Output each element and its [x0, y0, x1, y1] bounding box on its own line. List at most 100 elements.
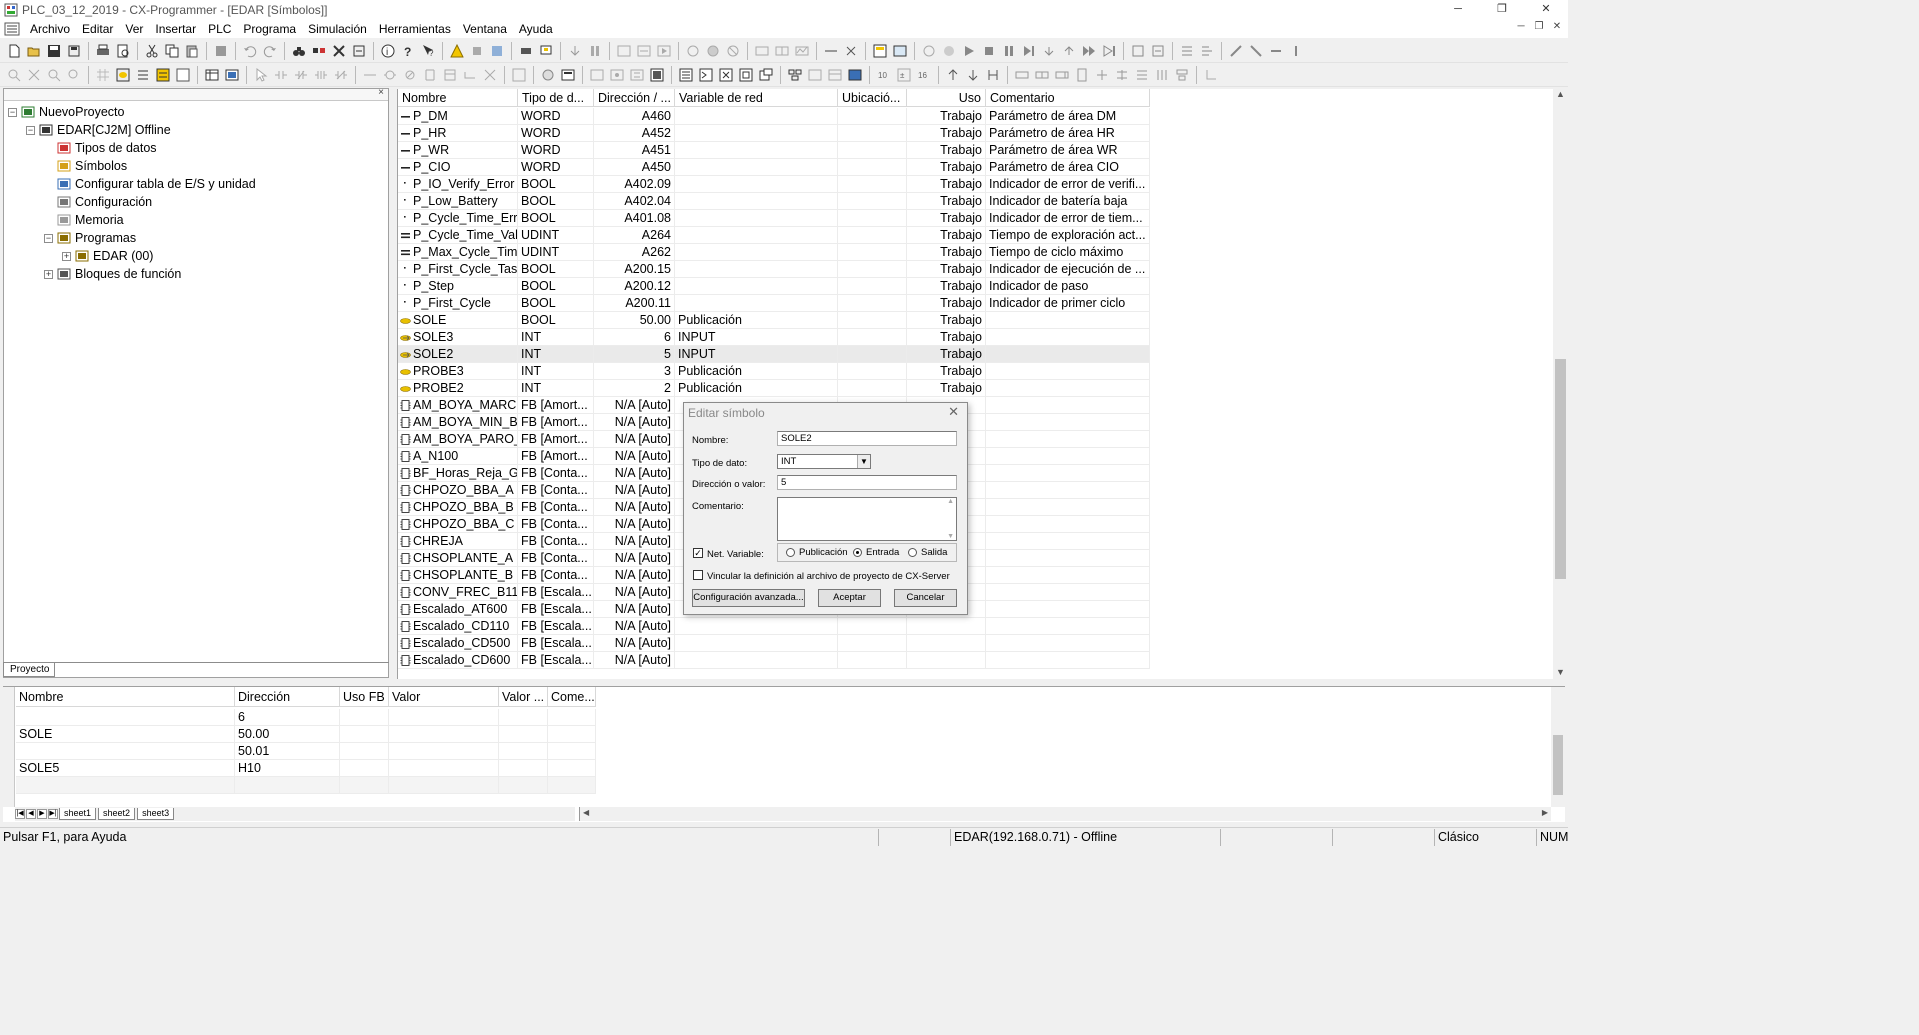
- paste-icon[interactable]: [184, 43, 200, 59]
- symbol-location-cell[interactable]: [838, 363, 907, 380]
- watch-column-header[interactable]: Valor: [389, 687, 499, 707]
- symbol-netvar-cell[interactable]: [675, 295, 838, 312]
- symbol-usage-cell[interactable]: Trabajo: [907, 329, 986, 346]
- symbol-location-cell[interactable]: [838, 329, 907, 346]
- symbol-address-cell[interactable]: A200.15: [594, 261, 675, 278]
- mdi-restore-button[interactable]: ❐: [1532, 21, 1546, 32]
- symbol-comment-cell[interactable]: [986, 363, 1150, 380]
- symbol-comment-cell[interactable]: [986, 652, 1150, 669]
- symbol-comment-cell[interactable]: [986, 465, 1150, 482]
- symbol-comment-cell[interactable]: [986, 312, 1150, 329]
- align-middle-icon[interactable]: [1094, 67, 1110, 83]
- program-mode-icon[interactable]: [616, 43, 632, 59]
- symbol-netvar-cell[interactable]: INPUT: [675, 346, 838, 363]
- scroll-up-icon[interactable]: ▲: [947, 498, 954, 505]
- symbol-netvar-cell[interactable]: Publicación: [675, 380, 838, 397]
- insert-rung-icon[interactable]: [511, 67, 527, 83]
- symbol-type-cell[interactable]: INT: [518, 363, 594, 380]
- symbol-comment-cell[interactable]: Indicador de primer ciclo: [986, 295, 1150, 312]
- zoom-out-magnifier-icon[interactable]: [46, 67, 62, 83]
- symbol-type-cell[interactable]: FB [Escala...: [518, 601, 594, 618]
- contact-no-icon[interactable]: [273, 67, 289, 83]
- watch-cell[interactable]: [548, 726, 596, 743]
- force-off-icon[interactable]: [725, 43, 741, 59]
- symbol-type-cell[interactable]: FB [Conta...: [518, 465, 594, 482]
- symbol-name-cell[interactable]: Escalado_CD600: [398, 652, 518, 669]
- symbol-comment-cell[interactable]: [986, 618, 1150, 635]
- watch-cell[interactable]: [499, 777, 548, 794]
- local-symbol-icon[interactable]: [609, 67, 625, 83]
- address-input[interactable]: 5: [777, 475, 957, 490]
- memory-view-icon[interactable]: [204, 67, 220, 83]
- return-icon[interactable]: [1203, 67, 1219, 83]
- symbol-location-cell[interactable]: [838, 346, 907, 363]
- watch-cell[interactable]: 50.01: [235, 743, 340, 760]
- contact-nc-icon[interactable]: [293, 67, 309, 83]
- symbol-type-cell[interactable]: INT: [518, 380, 594, 397]
- symbol-comment-cell[interactable]: Parámetro de área CIO: [986, 159, 1150, 176]
- table-row[interactable]: P_Step BOOL A200.12 Trabajo Indicador de pas…: [398, 278, 1150, 295]
- watch-column-header[interactable]: Uso FB: [340, 687, 389, 707]
- symbol-address-cell[interactable]: N/A [Auto]: [594, 635, 675, 652]
- symbol-address-cell[interactable]: N/A [Auto]: [594, 397, 675, 414]
- symbol-name-cell[interactable]: P_Cycle_Time_Error: [398, 210, 518, 227]
- scroll-up-icon[interactable]: ▲: [1553, 89, 1568, 101]
- watch-cell[interactable]: [389, 777, 499, 794]
- watch-cell[interactable]: [340, 743, 389, 760]
- align-bottom-icon[interactable]: [1114, 67, 1130, 83]
- radio-publicacion[interactable]: [786, 548, 795, 557]
- instruction-fb-icon[interactable]: [442, 67, 458, 83]
- symbol-address-cell[interactable]: A401.08: [594, 210, 675, 227]
- symbol-usage-cell[interactable]: Trabajo: [907, 278, 986, 295]
- display-hex-icon[interactable]: ±: [896, 67, 912, 83]
- symbol-netvar-cell[interactable]: [675, 142, 838, 159]
- data-trace-icon[interactable]: [794, 43, 810, 59]
- symbol-address-cell[interactable]: N/A [Auto]: [594, 618, 675, 635]
- symbol-name-cell[interactable]: A_N100: [398, 448, 518, 465]
- prev-sheet-icon[interactable]: ◀: [26, 809, 36, 819]
- symbol-type-cell[interactable]: UDINT: [518, 227, 594, 244]
- pause-icon[interactable]: [587, 43, 603, 59]
- symbol-address-cell[interactable]: N/A [Auto]: [594, 499, 675, 516]
- symbol-name-cell[interactable]: CHPOZO_BBA_A: [398, 482, 518, 499]
- cancel-button[interactable]: Cancelar: [894, 589, 957, 607]
- scrollbar-thumb[interactable]: [1553, 735, 1563, 795]
- print-icon[interactable]: [95, 43, 111, 59]
- symbol-type-cell[interactable]: FB [Amort...: [518, 431, 594, 448]
- tab-sheet3[interactable]: sheet3: [137, 808, 175, 820]
- column-header[interactable]: Dirección / ...: [594, 89, 675, 107]
- display-10-icon[interactable]: 10: [876, 67, 892, 83]
- force-on-icon[interactable]: [705, 43, 721, 59]
- transfer-from-plc-icon[interactable]: [965, 67, 981, 83]
- symbol-type-cell[interactable]: FB [Escala...: [518, 584, 594, 601]
- table-row[interactable]: P_Cycle_Time_Val... UDINT A264 Trabajo Tiemp…: [398, 227, 1150, 244]
- horizontal-line-icon[interactable]: [462, 67, 478, 83]
- dialog-close-icon[interactable]: ✕: [948, 404, 959, 420]
- watch-cell[interactable]: [499, 709, 548, 726]
- contact-or-nc-icon[interactable]: [333, 67, 349, 83]
- tab-sheet1[interactable]: sheet1: [59, 808, 97, 820]
- show-comments-icon[interactable]: [135, 67, 151, 83]
- symbol-comment-cell[interactable]: [986, 346, 1150, 363]
- symbol-location-cell[interactable]: [838, 261, 907, 278]
- jump-icon[interactable]: [1228, 43, 1244, 59]
- watch-cell[interactable]: [389, 726, 499, 743]
- sfc-view-icon[interactable]: [738, 67, 754, 83]
- grid-icon[interactable]: [95, 67, 111, 83]
- symbol-netvar-cell[interactable]: [675, 210, 838, 227]
- context-help-icon[interactable]: ?: [420, 43, 436, 59]
- watch-column-header[interactable]: Dirección: [235, 687, 340, 707]
- watch-cell[interactable]: [499, 760, 548, 777]
- transfer-icon[interactable]: [567, 43, 583, 59]
- symbol-comment-cell[interactable]: [986, 499, 1150, 516]
- symbol-name-cell[interactable]: P_CIO: [398, 159, 518, 176]
- differential-monitor-icon[interactable]: [774, 43, 790, 59]
- symbol-location-cell[interactable]: [838, 125, 907, 142]
- symbol-comment-cell[interactable]: Parámetro de área WR: [986, 142, 1150, 159]
- delete-line-icon[interactable]: [482, 67, 498, 83]
- watch-cell[interactable]: [16, 743, 235, 760]
- cross-reference-icon[interactable]: [331, 43, 347, 59]
- scroll-down-icon[interactable]: ▼: [947, 533, 954, 540]
- tree-item[interactable]: − EDAR[CJ2M] Offline: [26, 121, 171, 139]
- symbol-type-cell[interactable]: WORD: [518, 125, 594, 142]
